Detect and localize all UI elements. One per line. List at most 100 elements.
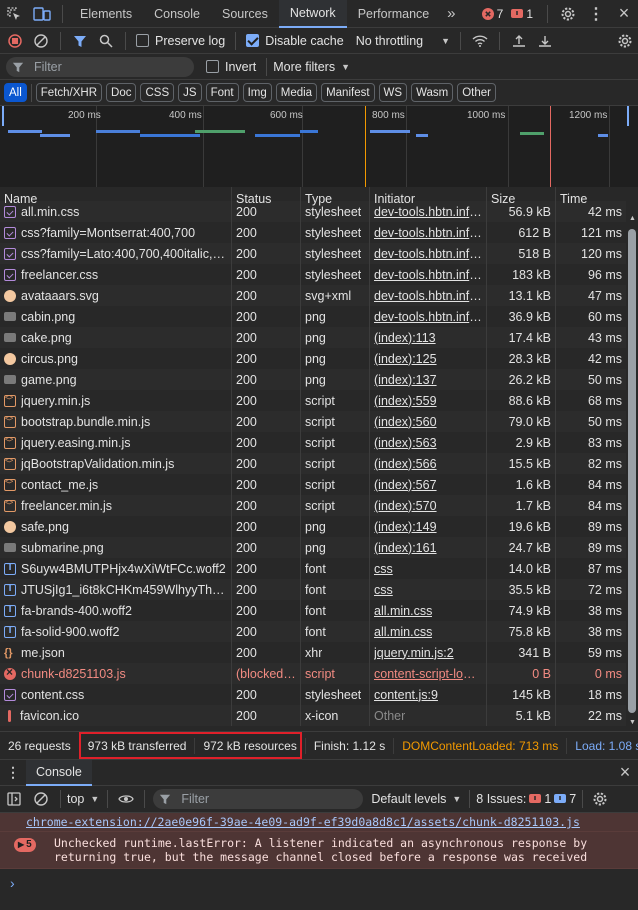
table-row[interactable]: freelancer.css 200 stylesheet dev-tools.hbt… xyxy=(0,264,626,285)
request-initiator[interactable]: jquery.min.js:2 xyxy=(370,642,487,663)
type-filter-img[interactable]: Img xyxy=(242,83,272,102)
request-initiator[interactable]: (index):567 xyxy=(370,474,487,495)
import-har-upload-icon[interactable] xyxy=(506,28,532,54)
scroll-down-arrow-icon[interactable]: ▼ xyxy=(629,719,636,726)
levels-chevron-down-icon[interactable]: ▼ xyxy=(452,794,461,804)
table-row[interactable]: css?family=Lato:400,700,400italic,70... 2… xyxy=(0,243,626,264)
table-row[interactable]: fa-brands-400.woff2 200 font all.min.css 74.… xyxy=(0,600,626,621)
search-icon[interactable] xyxy=(93,28,119,54)
request-initiator[interactable]: (index):560 xyxy=(370,411,487,432)
filter-input[interactable]: Filter xyxy=(6,56,194,77)
type-filter-fetch-xhr[interactable]: Fetch/XHR xyxy=(35,83,103,102)
console-settings-gear-icon[interactable] xyxy=(589,791,611,807)
tab-performance[interactable]: Performance xyxy=(347,0,441,28)
type-filter-font[interactable]: Font xyxy=(205,83,239,102)
network-overview-timeline[interactable]: 200 ms 400 ms 600 ms 800 ms 1000 ms 1200… xyxy=(0,106,638,188)
issues-counter[interactable]: 8 Issues: 1 7 xyxy=(476,792,576,806)
request-initiator[interactable]: dev-tools.hbtn.info/2 xyxy=(370,264,487,285)
export-har-download-icon[interactable] xyxy=(532,28,558,54)
console-filter-input[interactable]: Filter xyxy=(153,789,364,809)
invert-checkbox[interactable] xyxy=(206,60,219,73)
type-filter-manifest[interactable]: Manifest xyxy=(321,83,375,102)
more-filters-chevron-down-icon[interactable]: ▼ xyxy=(341,62,350,72)
tab-console[interactable]: Console xyxy=(143,0,211,28)
scroll-up-arrow-icon[interactable]: ▲ xyxy=(629,215,636,222)
request-initiator[interactable]: css xyxy=(370,558,487,579)
request-initiator[interactable]: (index):149 xyxy=(370,516,487,537)
overview-start-handle[interactable] xyxy=(2,106,4,126)
table-row[interactable]: cabin.png 200 png dev-tools.hbtn.info/1 36.9… xyxy=(0,306,626,327)
type-filter-js[interactable]: JS xyxy=(178,83,202,102)
table-row[interactable]: circus.png 200 png (index):125 28.3 kB 42 ms xyxy=(0,348,626,369)
table-row[interactable]: jquery.min.js 200 script (index):559 88.6 kB… xyxy=(0,390,626,411)
table-row[interactable]: favicon.ico 200 x-icon Other 5.1 kB 22 ms xyxy=(0,705,626,726)
type-filter-ws[interactable]: WS xyxy=(378,83,408,102)
request-initiator[interactable]: dev-tools.hbtn.info/1 xyxy=(370,201,487,222)
more-filters-button[interactable]: More filters xyxy=(273,60,335,74)
settings-gear-icon[interactable] xyxy=(554,0,582,28)
tab-elements[interactable]: Elements xyxy=(69,0,143,28)
inspect-element-icon[interactable] xyxy=(0,0,28,28)
context-chevron-down-icon[interactable]: ▼ xyxy=(90,794,99,804)
table-row[interactable]: S6uyw4BMUTPHjx4wXiWtFCc.woff2 200 font css 1… xyxy=(0,558,626,579)
table-scrollbar[interactable]: ▲ ▼ xyxy=(626,187,638,731)
request-initiator[interactable]: (index):161 xyxy=(370,537,487,558)
request-initiator[interactable]: all.min.css xyxy=(370,621,487,642)
tab-network[interactable]: Network xyxy=(278,0,347,28)
table-row[interactable]: avataaars.svg 200 svg+xml dev-tools.hbtn.in… xyxy=(0,285,626,306)
execution-context-select[interactable]: top xyxy=(67,792,84,806)
type-filter-other[interactable]: Other xyxy=(457,83,496,102)
table-row[interactable]: all.min.css 200 stylesheet dev-tools.hbtn.i… xyxy=(0,201,626,222)
request-initiator[interactable]: dev-tools.hbtn.info/1 xyxy=(370,222,487,243)
overview-end-handle[interactable] xyxy=(627,106,629,126)
network-settings-gear-icon[interactable] xyxy=(612,28,638,54)
more-tabs-icon[interactable]: » xyxy=(440,0,462,28)
drawer-tab-console[interactable]: Console xyxy=(26,759,92,786)
console-sidebar-toggle-icon[interactable] xyxy=(0,786,28,812)
more-options-icon[interactable]: ⋮ xyxy=(582,0,610,28)
request-initiator[interactable]: (index):137 xyxy=(370,369,487,390)
table-row[interactable]: jquery.easing.min.js 200 script (index):563… xyxy=(0,432,626,453)
error-source-link[interactable]: chrome-extension://2ae0e96f-39ae-4e09-ad… xyxy=(26,815,580,829)
request-initiator[interactable]: dev-tools.hbtn.info/5 xyxy=(370,285,487,306)
log-levels-select[interactable]: Default levels xyxy=(371,792,446,806)
request-initiator[interactable]: content.js:9 xyxy=(370,684,487,705)
preserve-log-checkbox[interactable] xyxy=(136,34,149,47)
request-initiator[interactable]: (index):563 xyxy=(370,432,487,453)
type-filter-doc[interactable]: Doc xyxy=(106,83,137,102)
tab-sources[interactable]: Sources xyxy=(211,0,279,28)
disable-cache-checkbox[interactable] xyxy=(246,34,260,47)
request-initiator[interactable]: dev-tools.hbtn.info/1 xyxy=(370,306,487,327)
table-row[interactable]: css?family=Montserrat:400,700 200 styleshe… xyxy=(0,222,626,243)
error-count-badge[interactable]: 7 xyxy=(481,7,503,21)
request-initiator[interactable]: dev-tools.hbtn.info/1 xyxy=(370,243,487,264)
throttling-select[interactable]: No throttling xyxy=(356,34,423,48)
device-toolbar-icon[interactable] xyxy=(28,0,56,28)
type-filter-wasm[interactable]: Wasm xyxy=(411,83,454,102)
network-conditions-wifi-icon[interactable] xyxy=(467,28,493,54)
request-initiator[interactable]: content-script-loader xyxy=(370,663,487,684)
table-row[interactable]: {} me.json 200 xhr jquery.min.js:2 341 B 59 ms xyxy=(0,642,626,663)
table-row[interactable]: contact_me.js 200 script (index):567 1.6 kB 8… xyxy=(0,474,626,495)
table-row[interactable]: submarine.png 200 png (index):161 24.7 kB 89 … xyxy=(0,537,626,558)
table-row[interactable]: freelancer.min.js 200 script (index):570 1.7… xyxy=(0,495,626,516)
live-expression-eye-icon[interactable] xyxy=(114,793,138,805)
table-row[interactable]: content.css 200 stylesheet content.js:9 145 … xyxy=(0,684,626,705)
clear-console-icon[interactable] xyxy=(28,786,54,812)
table-row[interactable]: safe.png 200 png (index):149 19.6 kB 89 ms xyxy=(0,516,626,537)
clear-icon[interactable] xyxy=(28,28,54,54)
type-filter-all[interactable]: All xyxy=(4,83,27,102)
warning-count-badge[interactable]: 1 xyxy=(511,7,533,21)
record-stop-icon[interactable] xyxy=(2,28,28,54)
request-initiator[interactable]: (index):125 xyxy=(370,348,487,369)
table-scrollbar-thumb[interactable] xyxy=(628,229,636,713)
table-row[interactable]: JTUSjIg1_i6t8kCHKm459WlhyyTh89Y... 200 fon… xyxy=(0,579,626,600)
throttling-chevron-down-icon[interactable]: ▼ xyxy=(441,36,450,46)
request-initiator[interactable]: Other xyxy=(370,705,487,726)
table-row[interactable]: bootstrap.bundle.min.js 200 script (index):… xyxy=(0,411,626,432)
close-devtools-icon[interactable]: × xyxy=(610,0,638,28)
type-filter-css[interactable]: CSS xyxy=(140,83,175,102)
drawer-menu-icon[interactable]: ⋮ xyxy=(0,764,26,781)
request-initiator[interactable]: css xyxy=(370,579,487,600)
table-row[interactable]: cake.png 200 png (index):113 17.4 kB 43 ms xyxy=(0,327,626,348)
